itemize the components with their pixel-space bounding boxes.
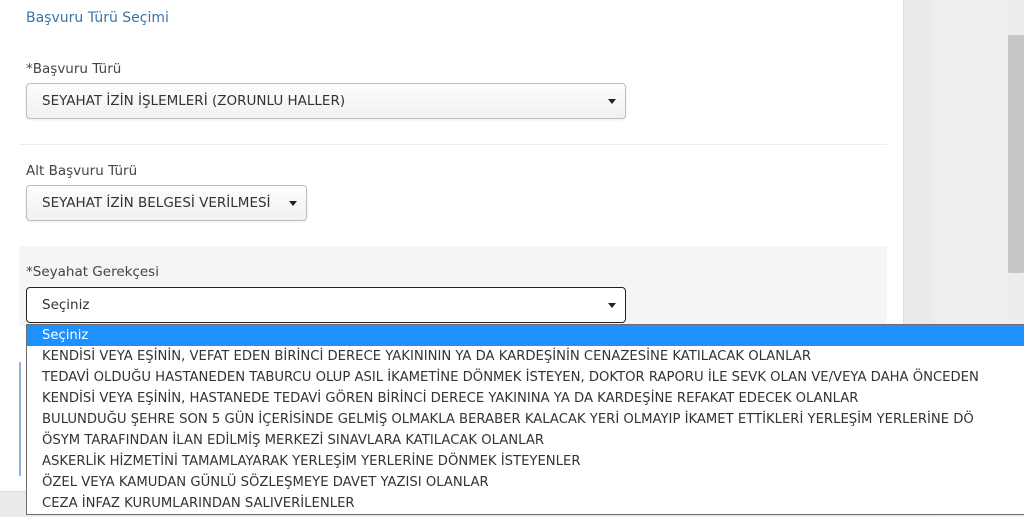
alt-basvuru-turu-value: SEYAHAT İZİN BELGESİ VERİLMESİ [42,195,271,211]
alt-basvuru-turu-label: Alt Başvuru Türü [26,163,138,179]
dropdown-option[interactable]: ÖZEL VEYA KAMUDAN GÜNLÜ SÖZLEŞMEYE DAVET… [27,472,1024,493]
seyahat-gerekcesi-dropdown[interactable]: Seçiniz KENDİSİ VEYA EŞİNİN, VEFAT EDEN … [26,324,1024,515]
dropdown-option[interactable]: CEZA İNFAZ KURUMLARINDAN SALIVERİLENLER [27,493,1024,514]
basvuru-turu-label: *Başvuru Türü [26,61,122,77]
chevron-down-icon [608,99,616,104]
dropdown-option[interactable]: BULUNDUĞU ŞEHRE SON 5 GÜN İÇERİSİNDE GEL… [27,409,1024,430]
seyahat-gerekcesi-value: Seçiniz [42,297,90,313]
dropdown-option[interactable]: ÖSYM TARAFINDAN İLAN EDİLMİŞ MERKEZİ SIN… [27,430,1024,451]
divider [19,144,887,145]
dropdown-option[interactable]: Seçiniz [27,325,1024,346]
section-title: Başvuru Türü Seçimi [26,10,169,26]
dropdown-option[interactable]: KENDİSİ VEYA EŞİNİN, HASTANEDE TEDAVİ GÖ… [27,388,1024,409]
chevron-down-icon [289,201,297,206]
dropdown-option[interactable]: ASKERLİK HİZMETİNİ TAMAMLAYARAK YERLEŞİM… [27,451,1024,472]
alt-basvuru-turu-select[interactable]: SEYAHAT İZİN BELGESİ VERİLMESİ [26,185,307,221]
scrollbar-thumb[interactable] [1008,35,1024,273]
dropdown-option[interactable]: TEDAVİ OLDUĞU HASTANEDEN TABURCU OLUP AS… [27,367,1024,388]
seyahat-gerekcesi-label: *Seyahat Gerekçesi [26,264,159,280]
section-accent-line [19,362,21,476]
basvuru-turu-select[interactable]: SEYAHAT İZİN İŞLEMLERİ (ZORUNLU HALLER) [26,83,626,119]
dropdown-option[interactable]: KENDİSİ VEYA EŞİNİN, VEFAT EDEN BİRİNCİ … [27,346,1024,367]
chevron-down-icon [608,303,616,308]
basvuru-turu-value: SEYAHAT İZİN İŞLEMLERİ (ZORUNLU HALLER) [42,93,346,109]
seyahat-gerekcesi-select[interactable]: Seçiniz [26,287,626,323]
